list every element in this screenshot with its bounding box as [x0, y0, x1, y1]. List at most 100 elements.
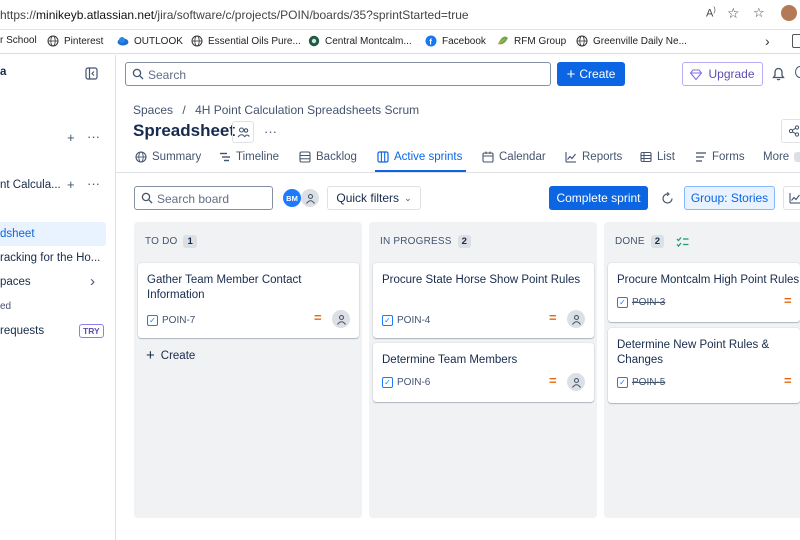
- tab-list[interactable]: List: [640, 151, 675, 163]
- issue-card[interactable]: Gather Team Member Contact Information ✓…: [138, 263, 359, 338]
- more-icon[interactable]: ···: [87, 176, 100, 191]
- issue-card[interactable]: Determine Team Members ✓ POIN-6 =: [373, 343, 594, 402]
- search-icon: [132, 68, 144, 80]
- create-button[interactable]: + Create: [557, 62, 625, 86]
- quick-filters-dropdown[interactable]: Quick filters ⌄: [327, 186, 421, 210]
- issue-card[interactable]: Procure State Horse Show Point Rules ✓ P…: [373, 263, 594, 338]
- more-actions-icon[interactable]: ···: [264, 124, 277, 139]
- leaf-icon: [497, 36, 508, 45]
- priority-medium-icon: =: [314, 310, 322, 325]
- column-count: 1: [183, 235, 197, 248]
- tab-reports[interactable]: Reports: [565, 151, 622, 163]
- collapse-sidebar-icon[interactable]: [85, 67, 98, 80]
- avatar-filter[interactable]: BM: [283, 189, 301, 207]
- other-favorites-icon[interactable]: [792, 34, 800, 48]
- breadcrumb-spaces[interactable]: Spaces: [133, 103, 173, 117]
- share-icon: [788, 125, 800, 137]
- chart-icon: [565, 152, 576, 163]
- search-input[interactable]: Search: [125, 62, 551, 86]
- add-icon[interactable]: +: [67, 130, 75, 145]
- bookmark-greenville-daily[interactable]: Greenville Daily Ne...: [576, 35, 687, 47]
- unassigned-avatar-filter[interactable]: [301, 189, 319, 207]
- bookmark-central-montcalm[interactable]: Central Montcalm...: [308, 35, 412, 47]
- bookmark-essential-oils[interactable]: Essential Oils Pure...: [191, 35, 301, 47]
- card-title: Determine New Point Rules & Changes: [617, 339, 770, 366]
- forms-icon: [696, 152, 706, 162]
- breadcrumb-separator: /: [182, 103, 186, 117]
- person-icon: [305, 193, 315, 204]
- board-icon: [377, 151, 389, 163]
- insights-button[interactable]: [783, 186, 800, 210]
- add-icon[interactable]: +: [67, 177, 75, 192]
- facebook-icon: f: [425, 35, 437, 47]
- globe-icon: [47, 35, 59, 47]
- breadcrumb-project[interactable]: 4H Point Calculation Spreadsheets Scrum: [195, 103, 419, 117]
- bookmark-outlook[interactable]: OUTLOOK: [117, 35, 183, 47]
- assignee-avatar[interactable]: [567, 310, 585, 328]
- chevron-right-icon[interactable]: ›: [90, 273, 95, 290]
- card-key: ✓ POIN-4: [382, 315, 430, 326]
- story-checkbox-icon: ✓: [617, 377, 628, 388]
- story-checkbox-icon: ✓: [617, 297, 628, 308]
- priority-medium-icon: =: [784, 373, 792, 388]
- bookmark-facebook[interactable]: f Facebook: [425, 35, 486, 47]
- person-icon: [571, 377, 581, 388]
- assignee-avatar[interactable]: [567, 373, 585, 391]
- tab-backlog[interactable]: Backlog: [299, 151, 357, 163]
- profile-avatar[interactable]: [781, 5, 797, 21]
- sidebar-item-requests[interactable]: requests: [0, 325, 44, 337]
- favorite-star-icon[interactable]: ☆: [727, 5, 740, 22]
- tab-timeline[interactable]: Timeline: [219, 151, 279, 163]
- sidebar-project-name[interactable]: nt Calcula...: [0, 179, 61, 191]
- bookmark-school[interactable]: r School: [0, 35, 37, 46]
- header-divider: [116, 172, 800, 173]
- sidebar-item-starred[interactable]: ed: [0, 301, 11, 312]
- more-icon[interactable]: ···: [87, 129, 100, 144]
- globe-icon: [135, 151, 147, 163]
- column-count: 2: [650, 235, 665, 248]
- favorites-bar-icon[interactable]: ☆: [753, 5, 765, 21]
- upgrade-button[interactable]: Upgrade: [682, 62, 763, 86]
- url-prefix: https://: [0, 8, 37, 22]
- plus-icon: +: [146, 347, 155, 364]
- group-by-button[interactable]: Group: Stories: [684, 186, 775, 210]
- browser-address-bar[interactable]: https://minikeyb.atlassian.net/jira/soft…: [0, 0, 800, 30]
- read-aloud-icon[interactable]: A): [706, 7, 716, 20]
- chevron-right-icon[interactable]: ›: [765, 33, 770, 49]
- tab-calendar[interactable]: Calendar: [482, 151, 546, 163]
- chevron-down-icon: ⌄: [404, 192, 412, 203]
- tab-more[interactable]: More: [763, 151, 800, 163]
- sidebar-item-tracking[interactable]: racking for the Ho...: [0, 252, 100, 264]
- share-button[interactable]: [781, 119, 800, 143]
- app-name[interactable]: a: [0, 66, 6, 78]
- complete-sprint-button[interactable]: Complete sprint: [549, 186, 648, 210]
- backlog-icon: [299, 151, 311, 163]
- list-icon: [640, 151, 652, 163]
- tab-active-sprints[interactable]: Active sprints: [377, 151, 462, 163]
- priority-medium-icon: =: [784, 293, 792, 308]
- card-title: Determine Team Members: [382, 354, 518, 366]
- board-search-input[interactable]: Search board: [134, 186, 273, 210]
- cloud-icon: [117, 37, 129, 46]
- assignee-avatar[interactable]: [332, 310, 350, 328]
- gem-icon: [690, 68, 703, 80]
- team-button[interactable]: [232, 121, 254, 143]
- help-icon[interactable]: [795, 66, 800, 78]
- tab-forms[interactable]: Forms: [695, 151, 745, 163]
- create-issue-button[interactable]: + Create: [146, 348, 195, 363]
- automation-button[interactable]: [655, 186, 679, 210]
- notifications-bell-icon[interactable]: [772, 67, 785, 81]
- issue-card[interactable]: Procure Montcalm High Point Rules ✓ POIN…: [608, 263, 800, 322]
- sidebar: a + ··· nt Calcula... + ··· dsheet racki…: [0, 55, 116, 540]
- priority-medium-icon: =: [549, 373, 557, 388]
- chart-icon: [789, 193, 800, 204]
- url-text[interactable]: https://minikeyb.atlassian.net/jira/soft…: [0, 8, 469, 22]
- column-header: TO DO 1: [145, 235, 197, 248]
- card-key: ✓ POIN-3: [617, 297, 665, 308]
- tab-summary[interactable]: Summary: [135, 151, 201, 163]
- bookmark-pinterest[interactable]: Pinterest: [47, 35, 103, 47]
- sidebar-item-spaces[interactable]: paces: [0, 276, 31, 288]
- bookmark-rfm-group[interactable]: RFM Group: [497, 35, 566, 47]
- people-icon: [237, 126, 250, 137]
- issue-card[interactable]: Determine New Point Rules & Changes ✓ PO…: [608, 328, 800, 403]
